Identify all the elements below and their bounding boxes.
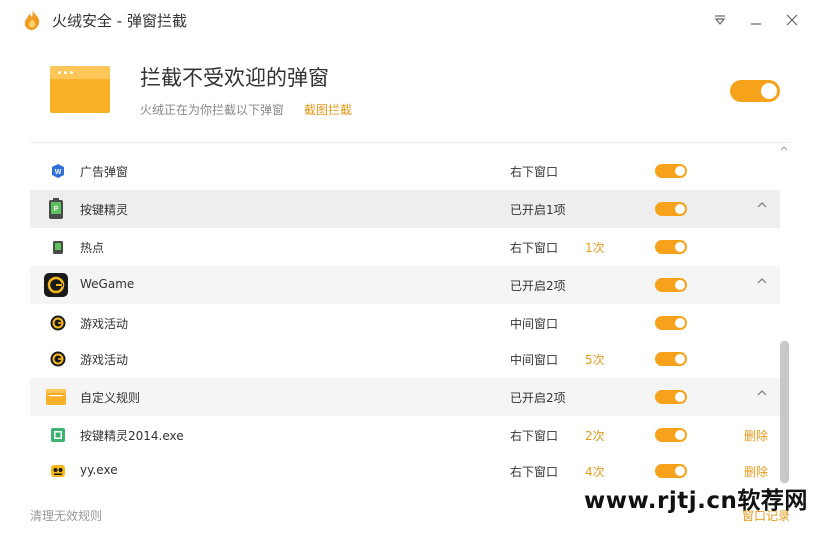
- list-item: 热点 右下窗口 1次: [30, 228, 780, 266]
- title-bar: 火绒安全 - 弹窗拦截: [0, 0, 820, 40]
- exe-icon: [51, 428, 65, 442]
- rule-count: 2次: [585, 429, 605, 443]
- close-icon[interactable]: [782, 10, 802, 30]
- huorong-logo-icon: [24, 10, 40, 30]
- group-name: 按键精灵: [80, 203, 129, 217]
- svg-text:W: W: [55, 169, 62, 176]
- list-item: 按键精灵2014.exe 右下窗口 2次 删除: [30, 416, 780, 454]
- rule-name: 游戏活动: [80, 317, 129, 331]
- svg-text:P: P: [54, 206, 59, 213]
- page-subtitle: 火绒正在为你拦截以下弹窗: [140, 103, 285, 117]
- chevron-up-icon[interactable]: [754, 199, 770, 215]
- group-row-wegame[interactable]: WeGame 已开启2项: [30, 266, 780, 304]
- custom-rule-icon: [46, 389, 66, 405]
- group-toggle[interactable]: [655, 390, 687, 404]
- rule-position: 右下窗口: [510, 241, 559, 255]
- group-name: WeGame: [80, 277, 135, 291]
- group-row-custom[interactable]: 自定义规则 已开启2项: [30, 378, 780, 416]
- screenshot-block-link[interactable]: 截图拦截: [304, 101, 352, 118]
- group-status: 已开启2项: [510, 391, 566, 405]
- chevron-up-icon[interactable]: [754, 387, 770, 403]
- group-toggle[interactable]: [655, 278, 687, 292]
- rule-count: 1次: [585, 241, 605, 255]
- page-title: 拦截不受欢迎的弹窗: [140, 66, 329, 90]
- list-item: W 广告弹窗 右下窗口: [30, 152, 780, 190]
- rule-name: 游戏活动: [80, 353, 129, 367]
- dropdown-triangle-icon[interactable]: [710, 10, 730, 30]
- group-toggle[interactable]: [655, 202, 687, 216]
- chevron-up-icon[interactable]: [754, 275, 770, 291]
- rule-name: 广告弹窗: [80, 165, 129, 179]
- window-title: 火绒安全 - 弹窗拦截: [52, 12, 187, 30]
- wegame-small-icon: [50, 351, 66, 367]
- rule-count: 5次: [585, 353, 605, 367]
- rule-list: W 广告弹窗 右下窗口 P 按键精灵 已开启1项 热点 右下窗口 1次 WeGa…: [30, 147, 780, 492]
- watermark-text: www.rjtj.cn软荐网: [584, 488, 808, 514]
- anjian-small-icon: [53, 241, 63, 254]
- rule-count: 4次: [585, 465, 605, 479]
- master-toggle[interactable]: [730, 80, 780, 102]
- popup-window-icon: [50, 66, 110, 113]
- delete-button[interactable]: 删除: [744, 463, 768, 480]
- clean-invalid-rules-link[interactable]: 清理无效规则: [30, 507, 102, 524]
- group-row-anjian[interactable]: P 按键精灵 已开启1项: [30, 190, 780, 228]
- rule-toggle[interactable]: [655, 464, 687, 478]
- rule-toggle[interactable]: [655, 240, 687, 254]
- scroll-up-icon[interactable]: [778, 143, 790, 155]
- rule-name: 热点: [80, 241, 105, 255]
- minimize-icon[interactable]: [746, 10, 766, 30]
- scrollbar-thumb[interactable]: [780, 341, 789, 483]
- rule-toggle[interactable]: [655, 316, 687, 330]
- wegame-small-icon: [50, 315, 66, 331]
- wegame-icon: [44, 273, 68, 297]
- rule-position: 右下窗口: [510, 165, 559, 179]
- rule-position: 右下窗口: [510, 465, 559, 479]
- rule-toggle[interactable]: [655, 164, 687, 178]
- rule-toggle[interactable]: [655, 352, 687, 366]
- anjian-icon: P: [49, 198, 63, 219]
- rule-name: 按键精灵2014.exe: [80, 429, 184, 443]
- yy-icon: [51, 465, 65, 477]
- rule-name: yy.exe: [80, 463, 118, 477]
- rule-toggle[interactable]: [655, 428, 687, 442]
- group-status: 已开启2项: [510, 279, 566, 293]
- list-item: 游戏活动 中间窗口 5次: [30, 340, 780, 378]
- delete-button[interactable]: 删除: [744, 427, 768, 444]
- group-name: 自定义规则: [80, 391, 141, 405]
- rule-position: 中间窗口: [510, 353, 559, 367]
- list-item: 游戏活动 中间窗口: [30, 304, 780, 342]
- wps-icon: W: [52, 164, 64, 178]
- group-status: 已开启1项: [510, 203, 566, 217]
- rule-position: 中间窗口: [510, 317, 559, 331]
- rule-position: 右下窗口: [510, 429, 559, 443]
- divider: [30, 142, 790, 143]
